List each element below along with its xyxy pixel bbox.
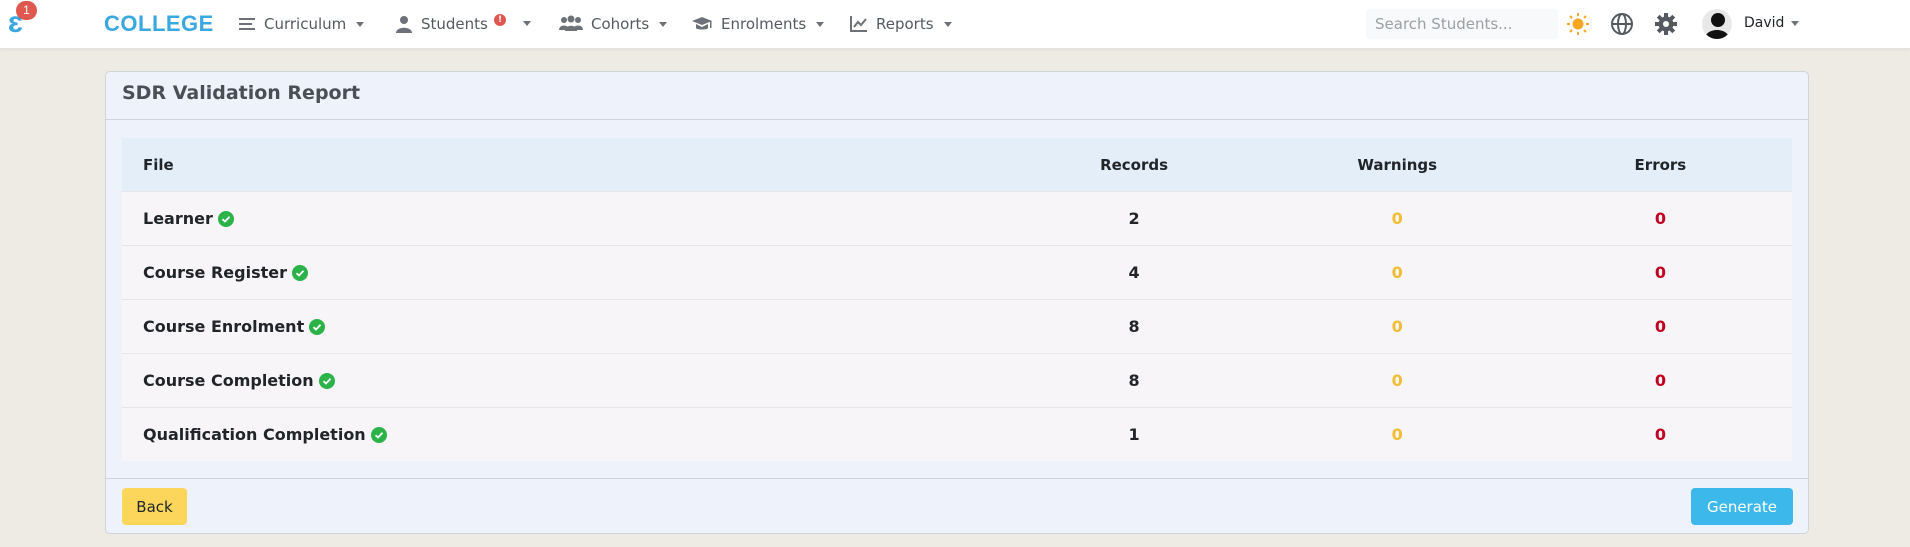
nav-cohorts[interactable]: Cohorts (559, 11, 668, 37)
notification-badge: 1 (16, 1, 37, 20)
table-row: Course Register 4 0 0 (122, 245, 1792, 299)
chart-line-icon (850, 16, 867, 32)
chevron-down-icon (1791, 20, 1800, 26)
back-button[interactable]: Back (122, 488, 187, 525)
file-name: Course Register (143, 263, 287, 282)
table-row: Qualification Completion 1 0 0 (122, 407, 1792, 461)
records-cell: 8 (1128, 371, 1140, 390)
table-row: Learner 2 0 0 (122, 191, 1792, 245)
file-name: Qualification Completion (143, 425, 366, 444)
globe-icon[interactable] (1610, 12, 1634, 36)
file-cell: Learner (122, 209, 1002, 228)
user-menu[interactable]: David (1744, 13, 1800, 33)
user-icon (396, 16, 412, 33)
menu-icon (239, 18, 255, 30)
card-header: SDR Validation Report (106, 72, 1808, 120)
chevron-down-icon (816, 21, 825, 27)
column-header-records: Records (1100, 155, 1169, 174)
column-header-errors: Errors (1634, 155, 1687, 174)
card-footer: Back Generate (106, 478, 1808, 534)
errors-cell: 0 (1654, 263, 1666, 282)
errors-cell: 0 (1654, 425, 1666, 444)
users-icon (559, 15, 583, 31)
records-cell: 8 (1128, 317, 1140, 336)
search-input[interactable] (1366, 9, 1558, 39)
user-name-label: David (1744, 15, 1785, 31)
check-circle-icon (370, 426, 387, 443)
top-navbar: ɛ 1 COLLEGE Curriculum Students ! Cohort… (0, 0, 1910, 49)
nav-enrolments[interactable]: Enrolments (691, 11, 825, 37)
check-circle-icon (291, 264, 308, 281)
column-header-warnings: Warnings (1357, 155, 1438, 174)
chevron-down-icon (356, 21, 365, 27)
file-name: Learner (143, 209, 213, 228)
brand-name[interactable]: COLLEGE (104, 10, 214, 38)
file-cell: Qualification Completion (122, 425, 1002, 444)
check-circle-icon (318, 372, 335, 389)
errors-cell: 0 (1654, 209, 1666, 228)
nav-students-label: Students (421, 15, 488, 33)
file-cell: Course Enrolment (122, 317, 1002, 336)
check-circle-icon (217, 210, 234, 227)
column-header-file: File (143, 155, 174, 174)
file-name: Course Enrolment (143, 317, 305, 336)
nav-cohorts-label: Cohorts (591, 15, 650, 33)
nav-curriculum-label: Curriculum (264, 15, 347, 33)
errors-cell: 0 (1654, 317, 1666, 336)
nav-curriculum[interactable]: Curriculum (238, 11, 365, 37)
chevron-down-icon (659, 21, 668, 27)
nav-enrolments-label: Enrolments (721, 15, 807, 33)
nav-students[interactable]: Students (395, 11, 488, 37)
sun-icon[interactable] (1566, 12, 1590, 36)
file-cell: Course Completion (122, 371, 1002, 390)
table-row: Course Enrolment 8 0 0 (122, 299, 1792, 353)
warnings-cell: 0 (1391, 425, 1403, 444)
check-circle-icon (309, 318, 326, 335)
errors-cell: 0 (1654, 371, 1666, 390)
file-name: Course Completion (143, 371, 314, 390)
table-header: File Records Warnings Errors (122, 138, 1792, 191)
generate-button[interactable]: Generate (1691, 488, 1793, 525)
avatar[interactable] (1702, 9, 1732, 39)
report-card: SDR Validation Report File Records Warni… (105, 71, 1809, 534)
records-cell: 2 (1128, 209, 1140, 228)
nav-reports[interactable]: Reports (849, 11, 952, 37)
graduation-cap-icon (692, 17, 712, 30)
students-alert-badge: ! (494, 14, 506, 26)
chevron-down-icon[interactable] (523, 21, 531, 26)
chevron-down-icon (943, 21, 952, 27)
nav-reports-label: Reports (876, 15, 934, 33)
table-row: Course Completion 8 0 0 (122, 353, 1792, 407)
warnings-cell: 0 (1391, 317, 1403, 336)
validation-table: File Records Warnings Errors Learner 2 0… (122, 138, 1792, 461)
gear-icon[interactable] (1654, 12, 1678, 36)
file-cell: Course Register (122, 263, 1002, 282)
warnings-cell: 0 (1391, 263, 1403, 282)
records-cell: 4 (1128, 263, 1140, 282)
records-cell: 1 (1128, 425, 1140, 444)
warnings-cell: 0 (1391, 371, 1403, 390)
page-title: SDR Validation Report (122, 82, 361, 104)
warnings-cell: 0 (1391, 209, 1403, 228)
